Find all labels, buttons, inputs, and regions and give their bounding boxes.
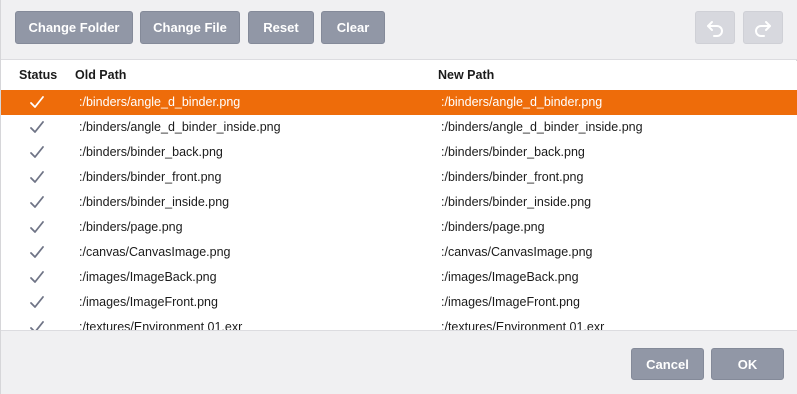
old-path-cell: :/binders/binder_front.png	[79, 170, 222, 184]
old-path-cell: :/images/ImageFront.png	[79, 295, 218, 309]
old-path-cell: :/images/ImageBack.png	[79, 270, 217, 284]
column-header-new-path[interactable]: New Path	[438, 68, 494, 82]
reset-button[interactable]: Reset	[248, 11, 314, 44]
table-header: Status Old Path New Path	[1, 61, 797, 89]
new-path-cell: :/images/ImageFront.png	[441, 295, 580, 309]
toolbar: Change Folder Change File Reset Clear	[1, 0, 797, 60]
new-path-cell: :/binders/angle_d_binder.png	[441, 95, 603, 109]
cancel-button[interactable]: Cancel	[631, 348, 704, 380]
new-path-cell: :/binders/angle_d_binder_inside.png	[441, 120, 643, 134]
table-row[interactable]: :/binders/page.png :/binders/page.png	[1, 215, 797, 240]
check-icon	[29, 295, 45, 310]
check-icon	[29, 320, 45, 330]
table-row[interactable]: :/textures/Environment 01.exr :/textures/…	[1, 315, 797, 330]
path-list[interactable]: :/binders/angle_d_binder.png :/binders/an…	[1, 89, 797, 330]
table-row[interactable]: :/binders/angle_d_binder_inside.png :/bin…	[1, 115, 797, 140]
old-path-cell: :/binders/page.png	[79, 220, 183, 234]
ok-button[interactable]: OK	[711, 348, 784, 380]
check-icon	[29, 220, 45, 235]
undo-button[interactable]	[695, 11, 735, 44]
table-row[interactable]: :/binders/binder_back.png :/binders/binde…	[1, 140, 797, 165]
new-path-cell: :/images/ImageBack.png	[441, 270, 579, 284]
new-path-cell: :/binders/binder_back.png	[441, 145, 585, 159]
new-path-cell: :/binders/binder_front.png	[441, 170, 584, 184]
old-path-cell: :/binders/binder_inside.png	[79, 195, 230, 209]
check-icon	[29, 145, 45, 160]
check-icon	[29, 270, 45, 285]
table-row[interactable]: :/canvas/CanvasImage.png :/canvas/CanvasI…	[1, 240, 797, 265]
old-path-cell: :/binders/angle_d_binder.png	[79, 95, 241, 109]
new-path-cell: :/binders/page.png	[441, 220, 545, 234]
path-remap-dialog: Change Folder Change File Reset Clear St…	[0, 0, 797, 394]
new-path-cell: :/canvas/CanvasImage.png	[441, 245, 593, 259]
check-icon	[29, 170, 45, 185]
footer: Cancel OK	[1, 330, 797, 394]
check-icon	[29, 95, 45, 110]
check-icon	[29, 245, 45, 260]
table-row[interactable]: :/binders/binder_inside.png :/binders/bin…	[1, 190, 797, 215]
undo-icon	[707, 20, 723, 37]
change-file-button[interactable]: Change File	[140, 11, 240, 44]
check-icon	[29, 195, 45, 210]
table-row[interactable]: :/binders/angle_d_binder.png :/binders/an…	[1, 90, 797, 115]
column-header-status[interactable]: Status	[19, 68, 57, 82]
old-path-cell: :/canvas/CanvasImage.png	[79, 245, 231, 259]
table-row[interactable]: :/images/ImageBack.png :/images/ImageBack…	[1, 265, 797, 290]
check-icon	[29, 120, 45, 135]
table-row[interactable]: :/images/ImageFront.png :/images/ImageFro…	[1, 290, 797, 315]
redo-button[interactable]	[743, 11, 783, 44]
column-header-old-path[interactable]: Old Path	[75, 68, 126, 82]
table-row[interactable]: :/binders/binder_front.png :/binders/bind…	[1, 165, 797, 190]
change-folder-button[interactable]: Change Folder	[15, 11, 133, 44]
old-path-cell: :/binders/binder_back.png	[79, 145, 223, 159]
old-path-cell: :/binders/angle_d_binder_inside.png	[79, 120, 281, 134]
new-path-cell: :/textures/Environment 01.exr	[441, 320, 605, 330]
redo-icon	[755, 20, 771, 37]
clear-button[interactable]: Clear	[321, 11, 385, 44]
new-path-cell: :/binders/binder_inside.png	[441, 195, 592, 209]
old-path-cell: :/textures/Environment 01.exr	[79, 320, 243, 330]
